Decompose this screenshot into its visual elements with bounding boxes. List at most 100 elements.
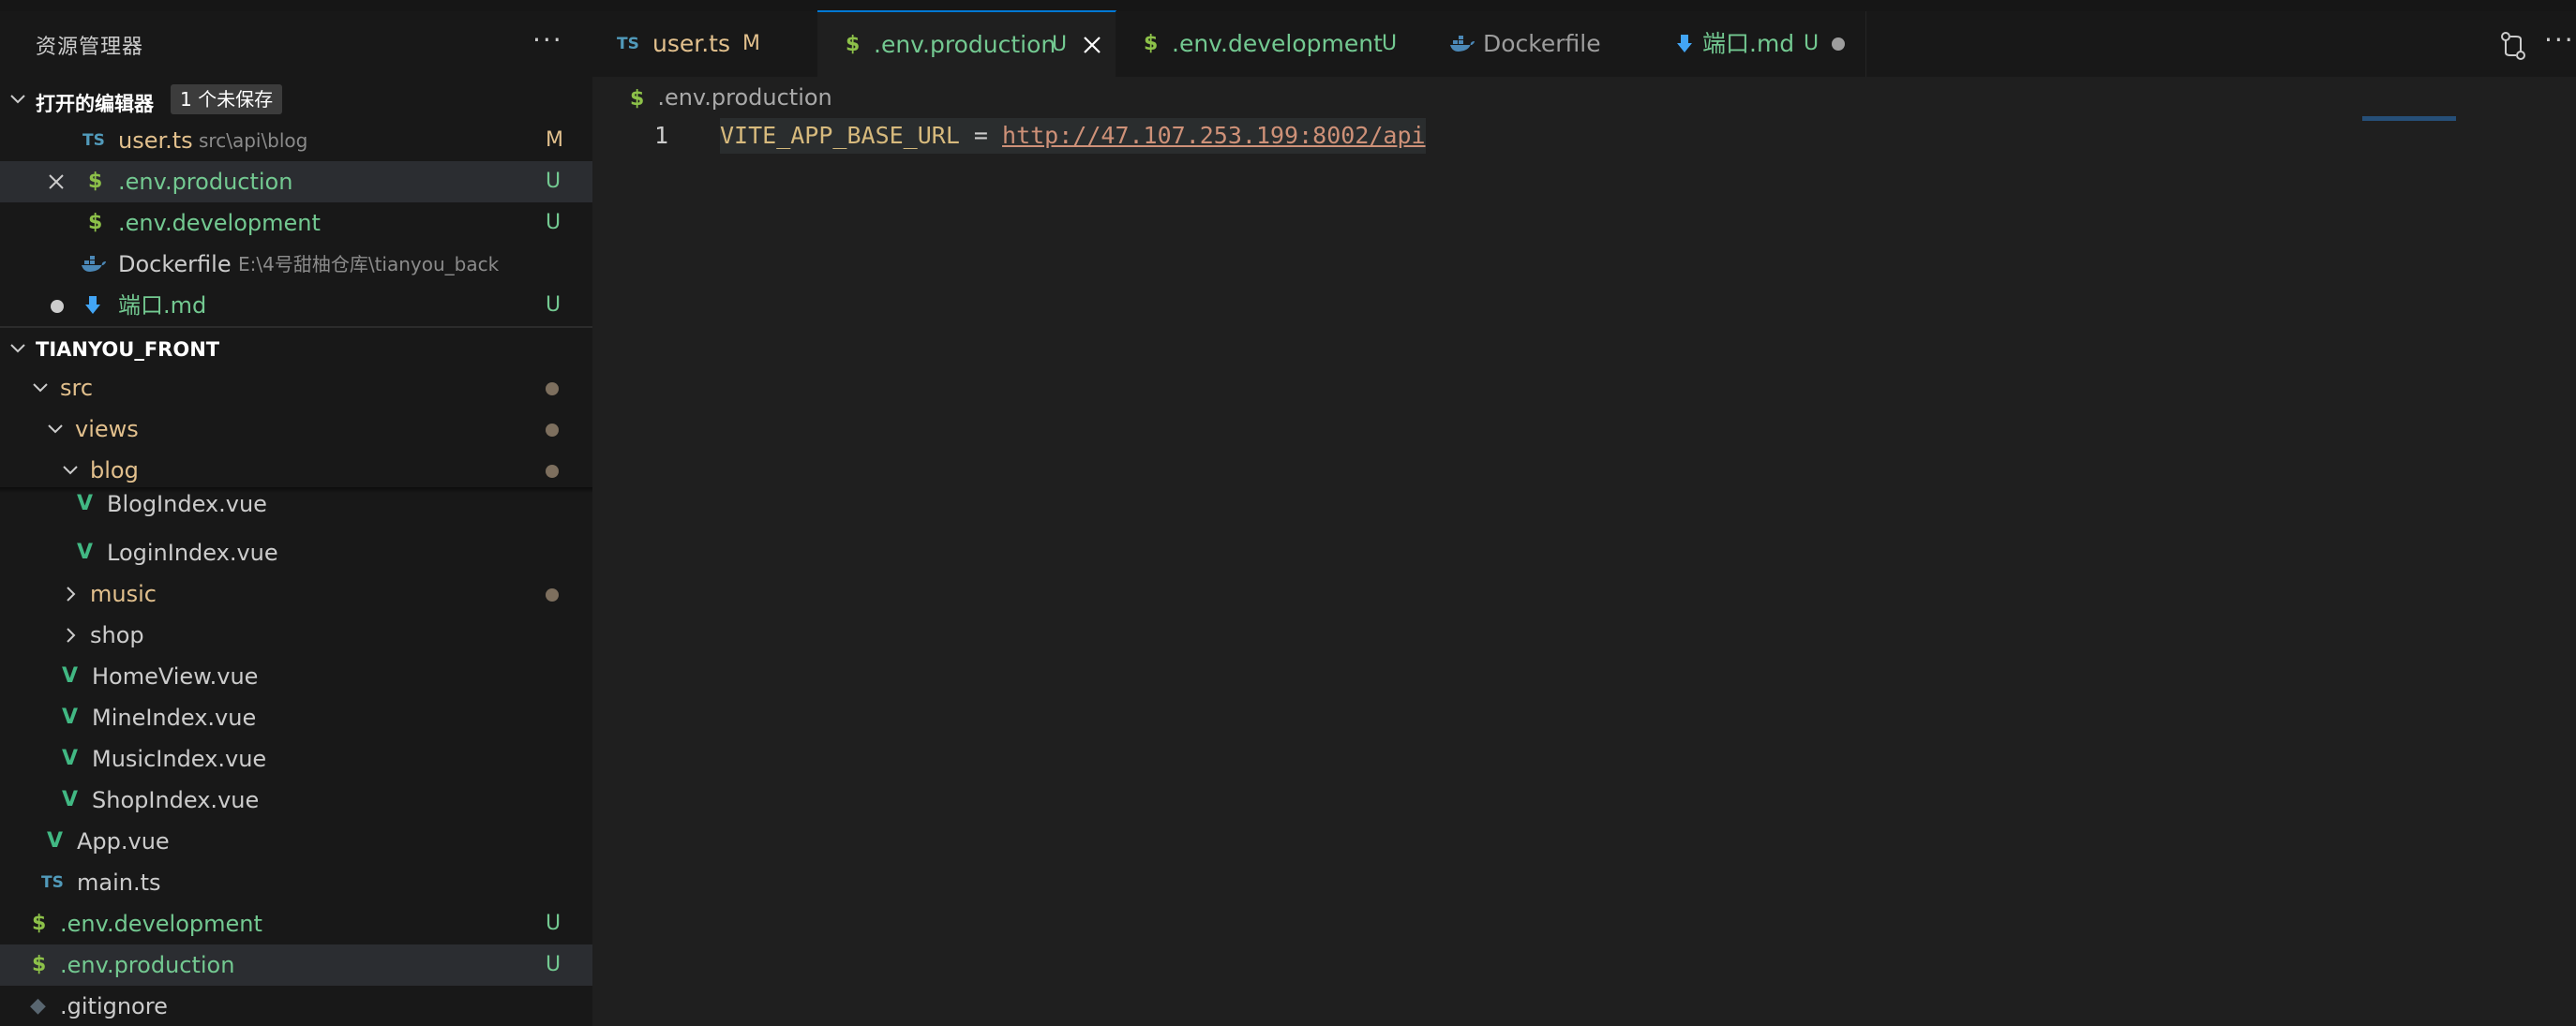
- git-status-modified: M: [742, 32, 760, 55]
- modified-dot-icon: [546, 382, 559, 395]
- typescript-file-icon: TS: [41, 873, 64, 892]
- close-icon[interactable]: [47, 172, 66, 191]
- code-editor[interactable]: $ .env.production 1 VITE_APP_BASE_URL = h…: [592, 77, 2576, 1026]
- open-editor-env-production[interactable]: $ .env.production U: [0, 161, 592, 202]
- markdown-download-icon: [1677, 35, 1692, 52]
- project-title: TIANYOU_FRONT: [36, 338, 220, 361]
- vue-file-icon: V: [77, 492, 94, 515]
- chevron-right-icon: [67, 628, 76, 643]
- env-variable-name: VITE_APP_BASE_URL: [720, 122, 960, 149]
- git-status-untracked: U: [546, 211, 562, 234]
- tree-label: MineIndex.vue: [92, 705, 257, 731]
- tree-folder-music[interactable]: music: [0, 573, 592, 615]
- more-actions-icon[interactable]: ···: [2544, 24, 2575, 55]
- url-link[interactable]: http://47.107.253.199:8002/api: [1002, 122, 1426, 149]
- tree-folder-src[interactable]: src: [0, 367, 592, 409]
- open-editors-title: 打开的编辑器: [36, 93, 154, 115]
- tab-label: .env.production: [874, 31, 1056, 58]
- tree-label: blog: [90, 457, 139, 483]
- unsaved-dot-icon[interactable]: [1832, 37, 1845, 51]
- vue-file-icon: V: [77, 541, 94, 564]
- tree-label: LoginIndex.vue: [107, 540, 278, 566]
- tree-file-mineindex[interactable]: V MineIndex.vue: [0, 697, 592, 738]
- breadcrumb[interactable]: $ .env.production: [630, 81, 832, 114]
- vue-file-icon: V: [62, 747, 79, 770]
- tree-label: HomeView.vue: [92, 663, 259, 690]
- modified-dot-icon: [546, 588, 559, 602]
- unsaved-badge: 1 个未保存: [171, 84, 283, 114]
- env-file-icon: $: [630, 87, 645, 111]
- open-editors-header[interactable]: 打开的编辑器 1 个未保存: [0, 81, 592, 118]
- close-icon[interactable]: [1082, 35, 1102, 55]
- window-top-strip: [0, 0, 2576, 11]
- tree-file-app-vue[interactable]: V App.vue: [0, 821, 592, 862]
- minimap-slider[interactable]: [2362, 116, 2456, 121]
- open-editor-dockerfile[interactable]: Dockerfile E:\4号甜柚仓库\tianyou_back: [0, 244, 592, 285]
- git-status-modified: M: [546, 128, 563, 152]
- tree-folder-shop[interactable]: shop: [0, 615, 592, 656]
- env-file-icon: $: [88, 170, 103, 193]
- tree-label: .env.development: [60, 911, 262, 937]
- tree-file-gitignore[interactable]: ◆ .gitignore: [0, 986, 592, 1026]
- tree-label: MusicIndex.vue: [92, 746, 267, 772]
- explorer-more-actions-icon[interactable]: ···: [532, 24, 563, 55]
- tree-label: .gitignore: [60, 993, 168, 1019]
- tree-file-env-production[interactable]: $ .env.production U: [0, 944, 592, 986]
- chevron-down-icon: [63, 466, 78, 475]
- tab-env-development[interactable]: $ .env.development U: [1116, 11, 1426, 77]
- chevron-down-icon: [48, 424, 63, 434]
- compare-changes-icon[interactable]: [2499, 30, 2527, 62]
- tree-file-homeview[interactable]: V HomeView.vue: [0, 656, 592, 697]
- tab-port-md[interactable]: 端口.md U: [1650, 11, 1866, 77]
- tree-label: main.ts: [77, 870, 161, 896]
- typescript-file-icon: TS: [82, 131, 105, 150]
- tree-label: .env.production: [60, 952, 235, 978]
- typescript-file-icon: TS: [617, 35, 639, 53]
- env-file-icon: $: [88, 211, 103, 234]
- modified-dot-icon: [546, 424, 559, 437]
- open-editor-env-development[interactable]: $ .env.development U: [0, 202, 592, 244]
- tree-file-musicindex[interactable]: V MusicIndex.vue: [0, 738, 592, 780]
- tree-folder-views[interactable]: views: [0, 409, 592, 450]
- tree-label: ShopIndex.vue: [92, 787, 260, 813]
- docker-icon: [82, 256, 106, 272]
- chevron-down-icon: [10, 344, 25, 353]
- vue-file-icon: V: [62, 664, 79, 688]
- tree-label: App.vue: [77, 828, 170, 855]
- tree-file-env-development[interactable]: $ .env.development U: [0, 903, 592, 944]
- tree-label: music: [90, 581, 157, 607]
- project-header[interactable]: TIANYOU_FRONT: [0, 330, 592, 367]
- vue-file-icon: V: [62, 706, 79, 729]
- git-file-icon: ◆: [30, 994, 46, 1018]
- git-status-untracked: U: [546, 170, 562, 193]
- modified-dot-icon: [546, 465, 559, 478]
- tree-file-shopindex[interactable]: V ShopIndex.vue: [0, 780, 592, 821]
- tree-file-blogindex[interactable]: V BlogIndex.vue: [0, 491, 592, 523]
- tree-file-main-ts[interactable]: TS main.ts: [0, 862, 592, 903]
- tab-dockerfile[interactable]: Dockerfile: [1425, 11, 1651, 77]
- tree-file-loginindex[interactable]: V LoginIndex.vue: [0, 532, 592, 573]
- open-editor-port-md[interactable]: 端口.md U: [0, 285, 592, 326]
- env-file-icon: $: [846, 33, 861, 56]
- open-editor-path: E:\4号甜柚仓库\tianyou_back: [238, 253, 500, 275]
- vue-file-icon: V: [62, 788, 79, 811]
- chevron-down-icon: [10, 95, 25, 104]
- git-status-untracked: U: [546, 912, 562, 935]
- code-line[interactable]: VITE_APP_BASE_URL = http://47.107.253.19…: [720, 118, 1426, 154]
- breadcrumb-file[interactable]: .env.production: [657, 84, 831, 111]
- tree-folder-blog[interactable]: blog: [0, 450, 592, 491]
- git-status-untracked: U: [546, 953, 562, 976]
- tree-label: src: [60, 375, 94, 401]
- git-status-untracked: U: [1052, 33, 1068, 56]
- open-editor-label: .env.development: [118, 210, 321, 236]
- tab-env-production[interactable]: $ .env.production U: [817, 10, 1116, 78]
- chevron-right-icon: [67, 587, 76, 602]
- tab-user-ts[interactable]: TS user.ts M: [592, 11, 818, 77]
- line-number: 1: [654, 122, 669, 149]
- markdown-download-icon: [85, 296, 100, 314]
- unsaved-dot-icon[interactable]: [51, 300, 64, 313]
- tree-label: views: [75, 416, 139, 442]
- git-status-untracked: U: [1804, 32, 1820, 55]
- env-file-icon: $: [32, 912, 47, 935]
- open-editor-user-ts[interactable]: TS user.ts src\api\blog M: [0, 120, 592, 161]
